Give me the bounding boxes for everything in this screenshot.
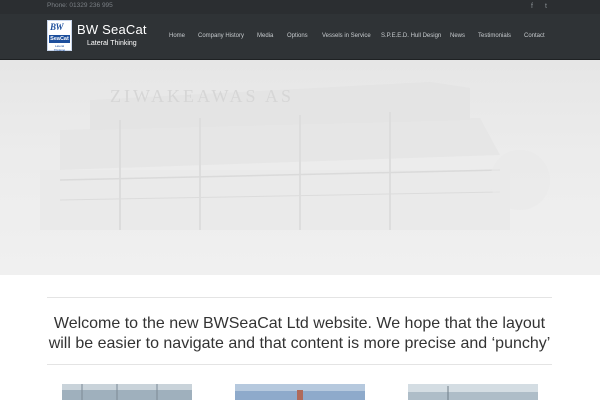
- welcome-text: Welcome to the new BWSeaCat Ltd website.…: [48, 315, 551, 352]
- thumbnail-image-1[interactable]: [62, 384, 192, 400]
- logo[interactable]: BW SeaCat Lateral Thinking: [47, 20, 72, 52]
- logo-seacat-text: SeaCat: [49, 35, 70, 43]
- brand-tagline: Lateral Thinking: [87, 40, 137, 47]
- thumbnail-image-2[interactable]: [235, 384, 365, 400]
- twitter-icon[interactable]: t: [541, 1, 551, 13]
- nav-item-home[interactable]: Home: [169, 33, 185, 39]
- hero-boat-image: ZIWAKEAWAS AS: [40, 82, 550, 230]
- nav-item-news[interactable]: News: [450, 33, 465, 39]
- nav-item-options[interactable]: Options: [287, 33, 308, 39]
- brand-name[interactable]: BW SeaCat: [77, 22, 147, 37]
- nav-item-media[interactable]: Media: [257, 33, 273, 39]
- hero-banner: ZIWAKEAWAS AS: [0, 60, 600, 275]
- thumbnail-image-3[interactable]: [408, 384, 538, 400]
- facebook-icon[interactable]: f: [527, 1, 537, 13]
- nav-item-speed-hull-design[interactable]: S.P.E.E.D. Hull Design: [381, 33, 441, 39]
- nav-item-testimonials[interactable]: Testimonials: [478, 33, 511, 39]
- nav-item-vessels-in-service[interactable]: Vessels in Service: [322, 33, 371, 39]
- logo-bw-text: BW: [50, 22, 64, 32]
- site-header: BW SeaCat Lateral Thinking BW SeaCat Lat…: [0, 14, 600, 60]
- logo-tagline-text: Lateral Thinking: [53, 44, 66, 52]
- phone-number: Phone: 01329 236 995: [47, 2, 113, 9]
- nav-item-company-history[interactable]: Company History: [198, 33, 244, 39]
- nav-item-contact[interactable]: Contact: [524, 33, 545, 39]
- hero-faded-text: ZIWAKEAWAS AS: [110, 86, 294, 106]
- top-bar: Phone: 01329 236 995 f t: [0, 0, 600, 14]
- divider-top: [47, 297, 552, 298]
- divider-bottom: [47, 364, 552, 365]
